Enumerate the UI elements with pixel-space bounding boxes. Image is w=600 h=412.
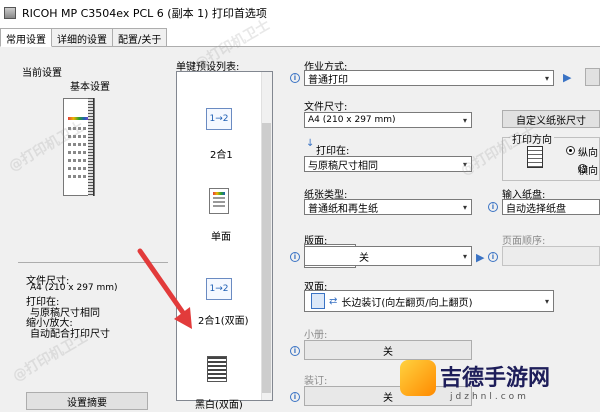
site-logo: 吉德手游网 jdzhnl.com [400, 356, 600, 412]
print-on-select[interactable]: 与原稿尺寸相同 ▾ [304, 156, 472, 172]
settings-summary-button[interactable]: 设置摘要 [26, 392, 148, 410]
print-on-value: 与原稿尺寸相同 [308, 160, 378, 172]
text-line [68, 143, 90, 146]
window-title: RICOH MP C3504ex PCL 6 (副本 1) 打印首选项 [22, 7, 267, 20]
info-icon[interactable]: i [290, 252, 300, 262]
info-icon[interactable]: i [290, 73, 300, 83]
info-icon[interactable]: i [290, 392, 300, 402]
print-on-label: 打印在: [316, 146, 350, 157]
two-in-one-duplex-icon[interactable]: 1→2 [206, 278, 232, 300]
staple-label: 装订: [304, 376, 328, 387]
info-icon[interactable]: i [488, 202, 498, 212]
flip-arrow-icon: ⇄ [329, 295, 338, 307]
chevron-down-icon: ▾ [544, 73, 549, 83]
arrow-down-icon: ↓ [306, 138, 315, 149]
tab-detailed-settings[interactable]: 详细的设置 [51, 28, 113, 46]
summary-line: 自动配合打印尺寸 [30, 329, 110, 340]
current-settings-heading: 当前设置 [22, 68, 62, 79]
booklet-label: 小册: [304, 330, 328, 341]
chevron-down-icon: ▾ [462, 159, 467, 169]
doc-size-label: 文件尺寸: [304, 102, 348, 113]
title-bar: RICOH MP C3504ex PCL 6 (副本 1) 打印首选项 [0, 0, 600, 26]
job-type-value: 普通打印 [308, 74, 348, 86]
text-line [68, 127, 90, 130]
input-tray-select[interactable]: 自动选择纸盘 [502, 199, 600, 215]
chevron-down-icon: ▾ [462, 251, 467, 261]
chevron-down-icon: ▾ [462, 202, 467, 212]
printer-app-icon [4, 7, 16, 19]
logo-url: jdzhnl.com [450, 392, 529, 402]
text-line [68, 175, 90, 178]
play-icon[interactable]: ▶ [563, 71, 571, 84]
duplex-value: 长边装订(向左翻页/向上翻页) [341, 297, 473, 309]
layout-value: 关 [359, 252, 369, 264]
job-type-select[interactable]: 普通打印 ▾ [304, 70, 554, 86]
preset-item[interactable]: 2合1 [210, 146, 233, 161]
preset-item[interactable]: 黑白(双面) [195, 396, 243, 411]
single-sided-icon[interactable] [209, 188, 229, 214]
page-order-select[interactable] [502, 246, 600, 266]
tab-config-about[interactable]: 配置/关于 [112, 28, 168, 46]
info-icon[interactable]: i [488, 252, 498, 262]
page-order-label: 页面顺序: [502, 236, 546, 247]
doc-size-value: A4 (210 x 297 mm) [308, 115, 396, 125]
chevron-down-icon: ▾ [544, 296, 549, 306]
tab-common-settings[interactable]: 常用设置 [0, 28, 52, 47]
summary-line: A4 (210 x 297 mm) [30, 283, 118, 293]
orientation-label: 打印方向 [510, 131, 554, 146]
logo-badge-icon [400, 360, 436, 396]
tab-strip: 常用设置 详细的设置 配置/关于 [0, 28, 168, 47]
preset-item[interactable]: 单面 [211, 228, 231, 243]
red-arrow-annotation [137, 248, 192, 329]
chevron-down-icon: ▾ [462, 115, 467, 125]
text-line [68, 135, 90, 138]
duplex-long-edge-icon [311, 293, 325, 309]
black-white-duplex-icon[interactable] [207, 356, 227, 382]
layout-select[interactable]: 关 ▾ [304, 246, 472, 266]
duplex-select[interactable]: ⇄ 长边装订(向左翻页/向上翻页) ▾ [304, 290, 554, 312]
scrollbar-thumb[interactable] [262, 123, 271, 393]
landscape-label[interactable]: 横向 [578, 162, 598, 177]
preset-item[interactable]: 2合1(双面) [198, 312, 249, 327]
info-icon[interactable]: i [290, 346, 300, 356]
duplex-stack-icon [88, 98, 94, 196]
color-bar [68, 117, 90, 120]
job-options-button[interactable] [585, 68, 600, 86]
input-tray-value: 自动选择纸盘 [506, 203, 566, 215]
text-line [68, 159, 90, 162]
play-icon[interactable]: ▶ [476, 251, 484, 264]
custom-paper-size-button[interactable]: 自定义纸张尺寸 [502, 110, 600, 128]
logo-text: 吉德手游网 [440, 366, 551, 391]
paper-type-select[interactable]: 普通纸和再生纸 ▾ [304, 199, 472, 215]
paper-type-value: 普通纸和再生纸 [308, 203, 378, 215]
portrait-label[interactable]: 纵向 [578, 144, 598, 159]
text-line [68, 151, 90, 154]
doc-size-select[interactable]: A4 (210 x 297 mm) ▾ [304, 112, 472, 128]
portrait-page-icon [527, 146, 543, 168]
portrait-radio[interactable] [566, 146, 575, 155]
two-in-one-icon[interactable]: 1→2 [206, 108, 232, 130]
basic-settings-label: 基本设置 [70, 82, 110, 93]
text-line [68, 167, 90, 170]
